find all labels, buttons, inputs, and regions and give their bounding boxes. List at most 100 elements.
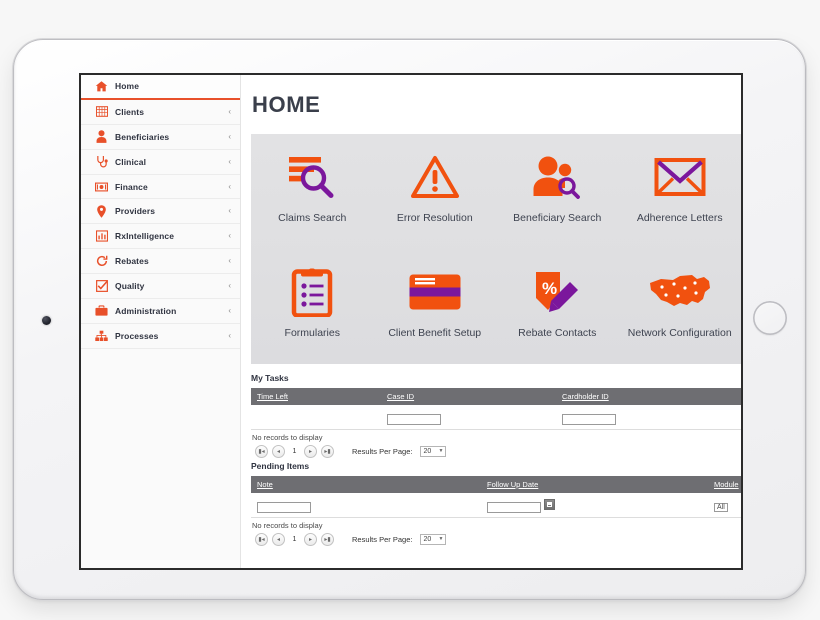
tile-network-configuration[interactable]: Network Configuration <box>619 249 742 364</box>
pager-next-button[interactable]: ▸ <box>304 533 317 546</box>
sidebar-item-beneficiaries[interactable]: Beneficiaries ‹ <box>81 124 240 150</box>
tile-claims-search[interactable]: Claims Search <box>251 134 374 249</box>
chevron-left-icon: ‹ <box>228 131 231 141</box>
tile-label: Adherence Letters <box>636 212 723 224</box>
screenshot-root: Home Clients ‹ Beneficiaries ‹ Clinical … <box>0 0 820 620</box>
application-viewport: Home Clients ‹ Beneficiaries ‹ Clinical … <box>81 75 741 568</box>
column-header-module[interactable]: Module <box>708 476 741 493</box>
tile-rebate-contacts[interactable]: % Rebate Contacts <box>496 249 619 364</box>
sidebar-item-label: Administration <box>115 305 177 316</box>
tile-client-benefit-setup[interactable]: Client Benefit Setup <box>374 249 497 364</box>
sidebar-item-label: Clinical <box>115 156 147 167</box>
tile-label: Formularies <box>284 327 340 339</box>
sidebar-item-clients[interactable]: Clients ‹ <box>81 99 240 125</box>
id-card-icon <box>408 263 462 321</box>
chevron-left-icon: ‹ <box>228 330 231 340</box>
results-per-page-value: 20 <box>423 448 432 455</box>
quick-links-panel: Claims Search Error Resolution Beneficia… <box>251 134 741 364</box>
user-icon <box>95 130 108 144</box>
tile-adherence-letters[interactable]: Adherence Letters <box>619 134 742 249</box>
column-header-case-id[interactable]: Case ID <box>381 388 556 405</box>
my-tasks-section: My Tasks Time Left Case ID Cardholder ID… <box>251 373 741 458</box>
warning-triangle-icon <box>410 148 460 206</box>
column-header-cardholder-id[interactable]: Cardholder ID <box>556 388 741 405</box>
tablet-screen: Home Clients ‹ Beneficiaries ‹ Clinical … <box>79 73 743 570</box>
pending-items-grid: Note Follow Up Date Module All <box>251 476 741 517</box>
tile-label: Client Benefit Setup <box>388 327 482 339</box>
filter-cell-note <box>251 493 481 517</box>
note-filter-input[interactable] <box>257 502 311 513</box>
stethoscope-icon <box>95 155 108 168</box>
sidebar-item-quality[interactable]: Quality ‹ <box>81 274 240 300</box>
column-header-time-left[interactable]: Time Left <box>251 388 381 405</box>
tile-label: Claims Search <box>278 212 347 224</box>
chevron-down-icon: ▼ <box>438 536 444 542</box>
sidebar-item-rxintelligence[interactable]: RxIntelligence ‹ <box>81 224 240 250</box>
pager-current-page[interactable]: 1 <box>289 446 300 457</box>
results-per-page-label: Results Per Page: <box>352 535 413 544</box>
home-icon <box>95 80 108 93</box>
bar-chart-icon <box>95 230 108 243</box>
briefcase-icon <box>95 304 108 317</box>
grid-icon <box>95 105 108 118</box>
follow-up-date-filter-input[interactable] <box>487 502 541 513</box>
tile-label: Rebate Contacts <box>518 327 597 339</box>
pager-prev-button[interactable]: ◂ <box>272 445 285 458</box>
envelope-icon <box>654 148 706 206</box>
sidebar-item-label: Rebates <box>115 256 149 267</box>
tile-label: Beneficiary Search <box>513 212 602 224</box>
sidebar-item-home[interactable]: Home <box>81 75 240 100</box>
home-button-icon[interactable] <box>753 301 787 335</box>
filter-cell-cardholder-id <box>556 405 741 429</box>
sidebar-item-label: Home <box>115 81 140 92</box>
refresh-icon <box>95 255 108 268</box>
sidebar-item-providers[interactable]: Providers ‹ <box>81 199 240 225</box>
pager-last-button[interactable]: ▸▮ <box>321 533 334 546</box>
chevron-left-icon: ‹ <box>228 281 231 291</box>
chevron-down-icon: ▼ <box>438 448 444 454</box>
tile-error-resolution[interactable]: Error Resolution <box>374 134 497 249</box>
sidebar-item-administration[interactable]: Administration ‹ <box>81 299 240 324</box>
sidebar-item-clinical[interactable]: Clinical ‹ <box>81 149 240 175</box>
my-tasks-grid: Time Left Case ID Cardholder ID <box>251 388 741 429</box>
module-filter-select[interactable]: All <box>714 503 728 512</box>
tile-label: Network Configuration <box>627 327 732 339</box>
cardholder-id-filter-input[interactable] <box>562 414 616 425</box>
column-header-note[interactable]: Note <box>251 476 481 493</box>
tile-label: Error Resolution <box>396 212 473 224</box>
tile-beneficiary-search[interactable]: Beneficiary Search <box>496 134 619 249</box>
results-per-page-label: Results Per Page: <box>352 447 413 456</box>
pager-first-button[interactable]: ▮◂ <box>255 533 268 546</box>
pager-next-button[interactable]: ▸ <box>304 445 317 458</box>
sidebar-item-processes[interactable]: Processes ‹ <box>81 323 240 349</box>
chevron-left-icon: ‹ <box>228 256 231 266</box>
calendar-icon[interactable] <box>544 499 555 511</box>
results-per-page-select[interactable]: 20 ▼ <box>420 534 447 545</box>
column-header-follow-up-date[interactable]: Follow Up Date <box>481 476 708 493</box>
pager-first-button[interactable]: ▮◂ <box>255 445 268 458</box>
pending-items-title: Pending Items <box>251 461 310 471</box>
table-header-row: Note Follow Up Date Module <box>251 476 741 493</box>
money-icon <box>95 180 108 193</box>
tile-formularies[interactable]: Formularies <box>251 249 374 364</box>
filter-cell-case-id <box>381 405 556 429</box>
sidebar-item-label: Providers <box>115 206 156 217</box>
pending-items-section: Pending Items Note Follow Up Date Module… <box>251 461 741 546</box>
pending-items-empty-message: No records to display <box>251 517 741 532</box>
pager-prev-button[interactable]: ◂ <box>272 533 285 546</box>
my-tasks-title: My Tasks <box>251 373 289 383</box>
sidebar-item-label: Clients <box>115 106 145 117</box>
sidebar-item-label: Finance <box>115 181 148 192</box>
case-id-filter-input[interactable] <box>387 414 441 425</box>
sidebar-item-finance[interactable]: Finance ‹ <box>81 174 240 200</box>
filter-row: All <box>251 493 741 517</box>
pager-current-page[interactable]: 1 <box>289 534 300 545</box>
results-per-page-select[interactable]: 20 ▼ <box>420 446 447 457</box>
chevron-left-icon: ‹ <box>228 181 231 191</box>
sidebar-item-label: Quality <box>115 281 145 292</box>
beneficiary-search-icon <box>531 148 583 206</box>
map-pin-icon <box>95 205 108 218</box>
sidebar-nav: Home Clients ‹ Beneficiaries ‹ Clinical … <box>81 75 241 568</box>
sidebar-item-rebates[interactable]: Rebates ‹ <box>81 249 240 275</box>
pager-last-button[interactable]: ▸▮ <box>321 445 334 458</box>
